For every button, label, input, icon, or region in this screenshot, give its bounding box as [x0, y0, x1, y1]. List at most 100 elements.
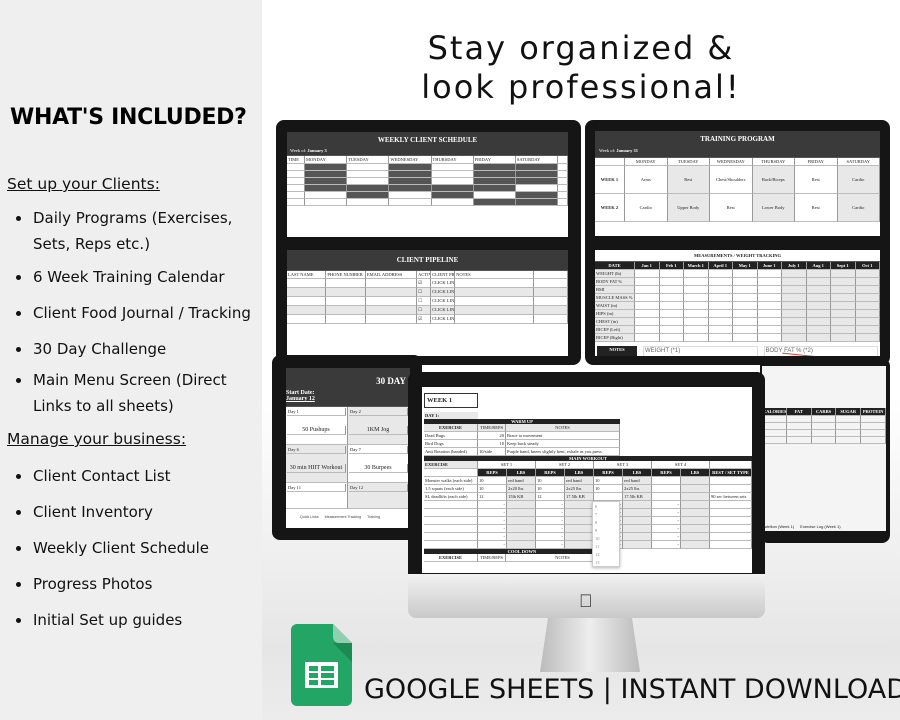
challenge-cell[interactable]: Day 11 — [286, 483, 348, 509]
cell[interactable] — [757, 286, 782, 294]
cell[interactable] — [507, 501, 536, 509]
cell[interactable] — [806, 334, 831, 342]
cell[interactable] — [708, 318, 733, 326]
cell[interactable] — [681, 493, 710, 501]
workout-cell[interactable]: Cardio — [837, 166, 880, 194]
cell[interactable] — [708, 310, 733, 318]
cell[interactable]: - — [536, 541, 565, 549]
cell[interactable] — [635, 270, 660, 278]
cell[interactable] — [855, 294, 880, 302]
cell[interactable]: 10 — [478, 477, 507, 485]
cell[interactable] — [855, 278, 880, 286]
cell[interactable] — [424, 533, 478, 541]
cell[interactable]: Keep back steady — [506, 440, 620, 448]
dropdown-option[interactable]: 8 — [593, 518, 619, 526]
cell[interactable] — [782, 302, 807, 310]
cell[interactable] — [831, 294, 856, 302]
cell[interactable]: red band — [623, 477, 652, 485]
cell[interactable] — [757, 326, 782, 334]
cell[interactable]: 10/side — [478, 448, 506, 456]
cell[interactable] — [806, 326, 831, 334]
cell[interactable] — [565, 525, 594, 533]
cell[interactable] — [635, 294, 660, 302]
cell[interactable]: 10 — [536, 477, 565, 485]
cell[interactable] — [710, 477, 752, 485]
dropdown-option[interactable]: 7 — [593, 510, 619, 518]
cell[interactable] — [806, 318, 831, 326]
cell[interactable] — [710, 541, 752, 549]
cell[interactable] — [681, 533, 710, 541]
cell[interactable] — [733, 318, 758, 326]
workout-cell[interactable]: Rest — [795, 194, 838, 222]
program-link[interactable]: CLICK LINK — [431, 306, 456, 315]
cell[interactable]: 2x20 lbs — [507, 485, 536, 493]
dropdown-option[interactable]: 12 — [593, 550, 619, 558]
cell[interactable] — [684, 278, 709, 286]
workout-cell[interactable]: Rest — [795, 166, 838, 194]
cell[interactable] — [565, 517, 594, 525]
cell[interactable] — [507, 525, 536, 533]
cell[interactable]: - — [536, 525, 565, 533]
cell[interactable]: - — [652, 509, 681, 517]
cell[interactable] — [782, 286, 807, 294]
cell[interactable] — [507, 517, 536, 525]
cell[interactable] — [507, 541, 536, 549]
cell[interactable] — [623, 501, 652, 509]
cell[interactable] — [855, 318, 880, 326]
sheet-tab[interactable]: Exercise Log (Week 1) — [800, 524, 840, 529]
cell[interactable] — [507, 509, 536, 517]
sheet-tab[interactable]: Training — [367, 515, 380, 519]
cell[interactable] — [733, 334, 758, 342]
cell[interactable] — [757, 318, 782, 326]
cell[interactable] — [782, 318, 807, 326]
workout-cell[interactable]: Cardio — [837, 194, 880, 222]
cell[interactable] — [806, 310, 831, 318]
workout-cell[interactable]: Rest — [710, 194, 753, 222]
cell[interactable] — [757, 334, 782, 342]
cell[interactable] — [659, 326, 684, 334]
cell[interactable] — [424, 509, 478, 517]
cell[interactable] — [659, 318, 684, 326]
cell[interactable] — [652, 493, 681, 501]
cell[interactable]: - — [478, 525, 507, 533]
cell[interactable] — [855, 310, 880, 318]
cell[interactable] — [855, 286, 880, 294]
cell[interactable] — [855, 270, 880, 278]
cell[interactable]: Bird Dogs — [424, 440, 478, 448]
cell[interactable]: 17.5lb KB — [623, 493, 652, 501]
cell[interactable] — [681, 525, 710, 533]
cell[interactable]: - — [652, 533, 681, 541]
workout-cell[interactable]: Arms — [625, 166, 668, 194]
cell[interactable]: - — [478, 533, 507, 541]
cell[interactable]: 12 — [536, 493, 565, 501]
sheet-tab[interactable]: Measurement Tracking — [325, 515, 362, 519]
cell[interactable]: - — [652, 517, 681, 525]
cell[interactable] — [681, 477, 710, 485]
cell[interactable] — [684, 270, 709, 278]
cell[interactable]: red band — [565, 477, 594, 485]
cell[interactable] — [623, 541, 652, 549]
cell[interactable] — [681, 541, 710, 549]
cell[interactable] — [684, 334, 709, 342]
cell[interactable] — [855, 326, 880, 334]
sheet-tab[interactable]: Nutrition (Week 1) — [762, 524, 794, 529]
cell[interactable]: 17.5lb KB — [565, 493, 594, 501]
cell[interactable] — [684, 326, 709, 334]
cell[interactable] — [831, 302, 856, 310]
cell[interactable] — [708, 334, 733, 342]
cell[interactable] — [681, 509, 710, 517]
cell[interactable] — [659, 310, 684, 318]
cell[interactable] — [635, 326, 660, 334]
cell[interactable] — [733, 270, 758, 278]
cell[interactable]: 2x25 lbs — [565, 485, 594, 493]
cell[interactable] — [733, 278, 758, 286]
cell[interactable] — [565, 533, 594, 541]
workout-cell[interactable]: Back/Biceps — [752, 166, 795, 194]
dropdown-option[interactable]: 9 — [593, 526, 619, 534]
cell[interactable]: 10 — [536, 485, 565, 493]
cell[interactable] — [659, 302, 684, 310]
program-link[interactable]: CLICK LINK — [431, 279, 456, 288]
cell[interactable] — [710, 517, 752, 525]
cell[interactable] — [659, 270, 684, 278]
cell[interactable] — [782, 334, 807, 342]
